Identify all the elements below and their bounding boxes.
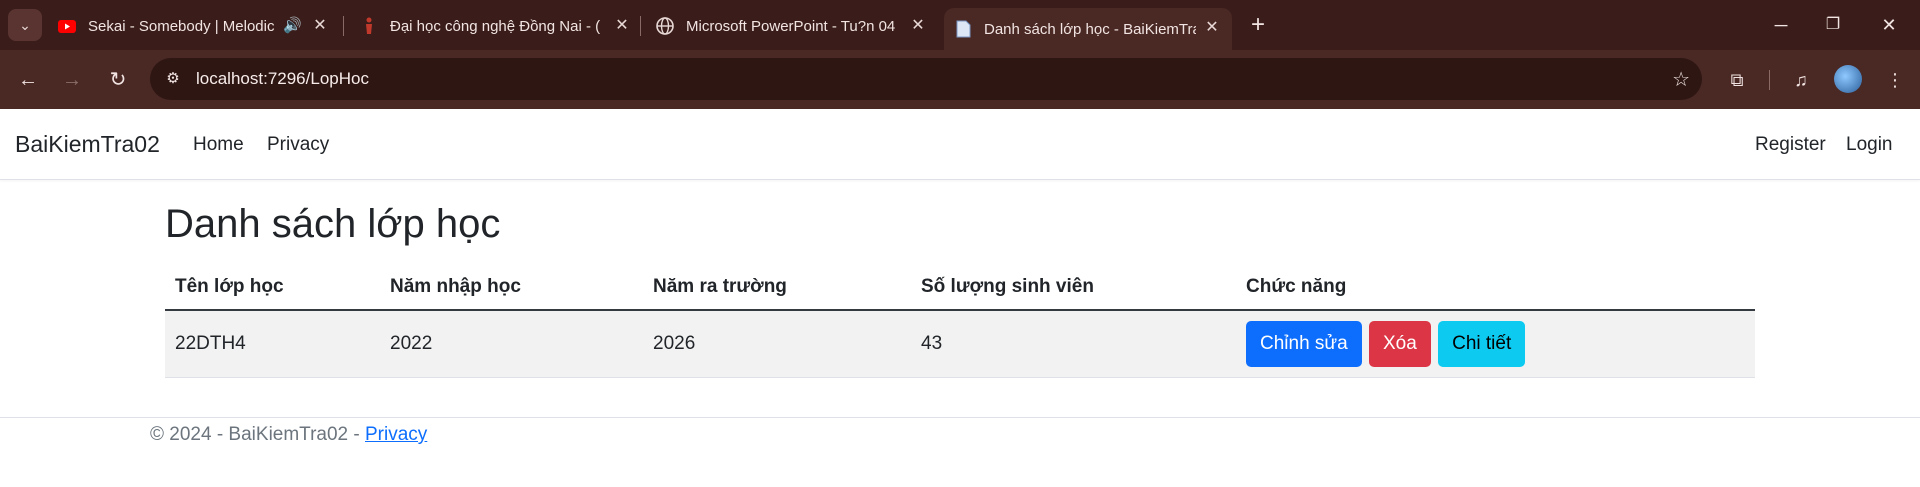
reload-icon[interactable]: ↻ [102, 64, 134, 96]
nav-link-home[interactable]: Home [193, 134, 244, 156]
page-title: Danh sách lớp học [165, 202, 501, 246]
profile-avatar[interactable] [1834, 65, 1862, 93]
restore-icon[interactable]: ❐ [1810, 10, 1856, 40]
back-arrow-icon[interactable]: ← [12, 64, 44, 96]
tab-title: Sekai - Somebody | Melodic [88, 17, 275, 35]
navbar-brand[interactable]: BaiKiemTra02 [15, 131, 160, 158]
globe-icon [656, 17, 674, 35]
delete-button[interactable]: Xóa [1369, 320, 1431, 367]
tab-title: Đại học công nghệ Đồng Nai - ( [390, 17, 601, 35]
extensions-icon[interactable]: ⧉ [1722, 65, 1752, 95]
tab-youtube[interactable]: Sekai - Somebody | Melodic 🔊 ✕ [58, 8, 340, 44]
close-icon[interactable]: ✕ [1202, 18, 1222, 38]
edit-button[interactable]: Chỉnh sửa [1246, 320, 1362, 367]
footer-privacy-link[interactable]: Privacy [365, 424, 427, 445]
tab-title: Microsoft PowerPoint - Tu?n 04 [686, 17, 896, 35]
youtube-icon [58, 17, 76, 35]
media-control-icon[interactable]: ♫ [1786, 65, 1816, 95]
browser-tab-bar: ⌄ Sekai - Somebody | Melodic 🔊 ✕ Đại học… [0, 0, 1920, 50]
document-icon [954, 20, 972, 38]
column-header: Tên lớp học [165, 264, 380, 311]
column-header: Chức năng [1236, 264, 1755, 311]
tab-title: Danh sách lớp học - BaiKiemTra [984, 20, 1196, 38]
forward-arrow-icon[interactable]: → [56, 64, 88, 96]
window-close-icon[interactable]: ✕ [1866, 10, 1912, 40]
footer-copyright: © 2024 - BaiKiemTra02 - [150, 424, 365, 445]
close-icon[interactable]: ✕ [908, 16, 928, 36]
tab-dnt[interactable]: Đại học công nghệ Đồng Nai - ( ✕ [360, 8, 642, 44]
table-header-row: Tên lớp học Năm nhập học Năm ra trường S… [165, 264, 1755, 311]
column-header: Năm ra trường [643, 264, 911, 311]
minimize-icon[interactable]: ─ [1758, 10, 1804, 40]
class-table: Tên lớp học Năm nhập học Năm ra trường S… [165, 264, 1755, 378]
cell-nam-ra-truong: 2026 [643, 310, 911, 378]
close-icon[interactable]: ✕ [612, 16, 632, 36]
site-footer: © 2024 - BaiKiemTra02 - Privacy [0, 417, 1920, 487]
new-tab-plus-icon[interactable]: + [1244, 12, 1272, 40]
tab-search-chevron-icon[interactable]: ⌄ [8, 9, 42, 41]
site-navbar: BaiKiemTra02 Home Privacy Register Login [0, 109, 1920, 180]
tab-danh-sach-lop-hoc[interactable]: Danh sách lớp học - BaiKiemTra ✕ [944, 8, 1232, 50]
address-bar[interactable]: ⚙ localhost:7296/LopHoc ☆ [150, 58, 1702, 100]
nav-link-privacy[interactable]: Privacy [267, 134, 329, 156]
cell-nam-nhap-hoc: 2022 [380, 310, 643, 378]
cell-so-luong: 43 [911, 310, 1236, 378]
bookmark-star-icon[interactable]: ☆ [1672, 67, 1690, 92]
browser-toolbar: ← → ↻ ⚙ localhost:7296/LopHoc ☆ ⧉ ♫ ⋮ [0, 50, 1920, 109]
details-button[interactable]: Chi tiết [1438, 320, 1526, 367]
nav-link-login[interactable]: Login [1846, 134, 1893, 156]
web-page: BaiKiemTra02 Home Privacy Register Login… [0, 109, 1920, 487]
dnt-logo-icon [360, 17, 378, 35]
speaker-icon[interactable]: 🔊 [283, 16, 302, 34]
menu-kebab-icon[interactable]: ⋮ [1880, 65, 1910, 95]
cell-actions: Chỉnh sửa Xóa Chi tiết [1236, 310, 1755, 378]
column-header: Năm nhập học [380, 264, 643, 311]
tab-powerpoint[interactable]: Microsoft PowerPoint - Tu?n 04 ✕ [656, 8, 938, 44]
nav-link-register[interactable]: Register [1755, 134, 1826, 156]
column-header: Số lượng sinh viên [911, 264, 1236, 311]
table-row: 22DTH4 2022 2026 43 Chỉnh sửa Xóa Chi ti… [165, 310, 1755, 378]
url-text[interactable]: localhost:7296/LopHoc [196, 69, 369, 89]
footer-text: © 2024 - BaiKiemTra02 - Privacy [150, 424, 427, 446]
close-icon[interactable]: ✕ [310, 16, 330, 36]
site-info-icon[interactable]: ⚙ [162, 68, 184, 90]
cell-ten-lop: 22DTH4 [165, 310, 380, 378]
